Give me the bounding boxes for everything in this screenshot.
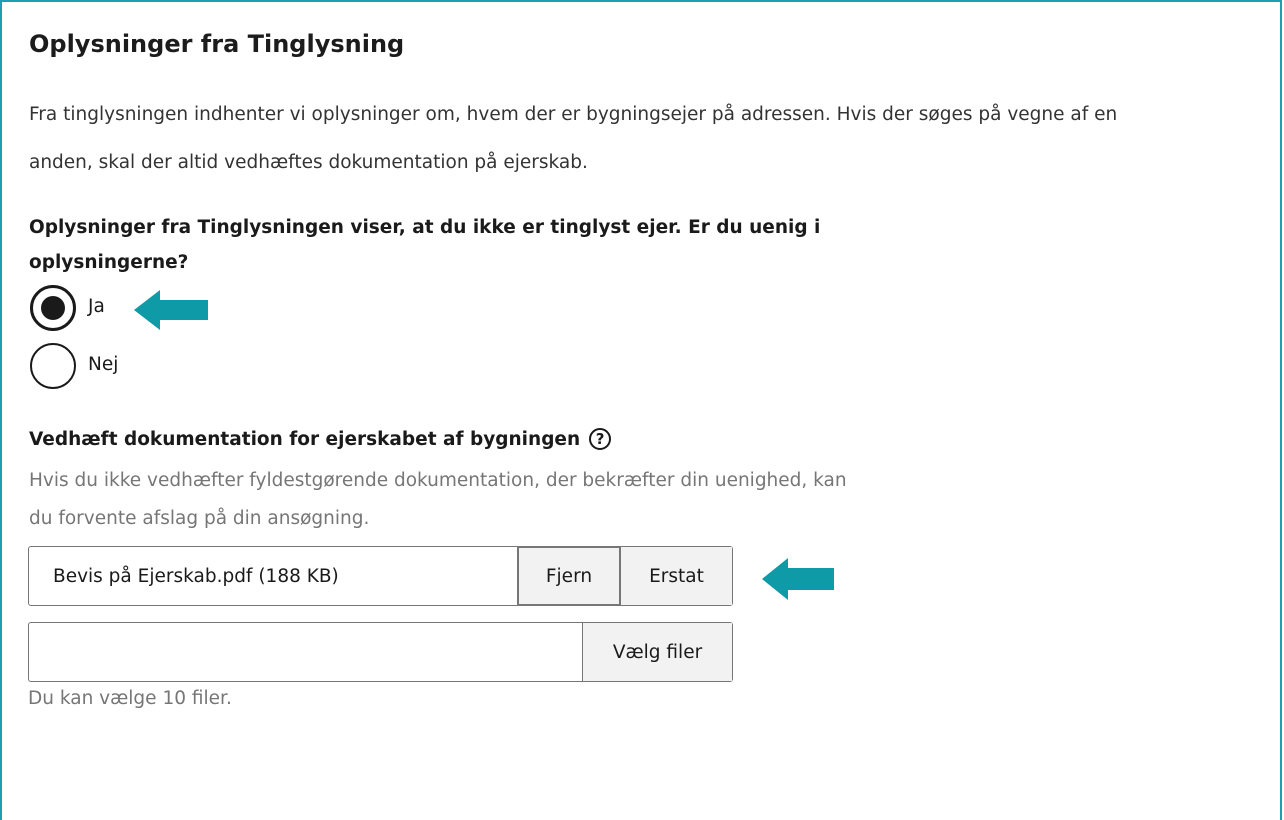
radio-option-nej[interactable]: Nej (30, 343, 118, 389)
attachment-desc-line-1: Hvis du ikke vedhæfter fyldestgørende do… (29, 470, 847, 491)
arrow-left-icon (762, 558, 834, 600)
uploaded-file-row: Bevis på Ejerskab.pdf (188 KB) Fjern Ers… (28, 546, 733, 606)
attachment-label: Vedhæft dokumentation for ejerskabet af … (29, 428, 612, 450)
attachment-description: Hvis du ikke vedhæfter fyldestgørende do… (29, 462, 989, 538)
section-title: Oplysninger fra Tinglysning (29, 30, 405, 58)
file-chooser[interactable]: Vælg filer (28, 622, 733, 682)
radio-button-nej[interactable] (30, 343, 76, 389)
remove-file-button[interactable]: Fjern (517, 546, 621, 606)
question-line-1: Oplysninger fra Tinglysningen viser, at … (29, 217, 821, 238)
arrow-left-icon (134, 290, 208, 330)
replace-file-button[interactable]: Erstat (621, 547, 732, 605)
question-line-2: oplysningerne? (29, 252, 189, 273)
file-limit-hint: Du kan vælge 10 filer. (28, 688, 232, 709)
ownership-question: Oplysninger fra Tinglysningen viser, at … (29, 210, 929, 280)
intro-line-1: Fra tinglysningen indhenter vi oplysning… (29, 104, 1118, 125)
radio-label-ja: Ja (88, 295, 105, 317)
attachment-label-text: Vedhæft dokumentation for ejerskabet af … (29, 428, 581, 450)
uploaded-file-name: Bevis på Ejerskab.pdf (188 KB) (53, 565, 339, 587)
radio-selected-dot (41, 296, 65, 320)
choose-files-button[interactable]: Vælg filer (582, 623, 732, 681)
radio-button-ja[interactable] (30, 285, 76, 331)
question-circle-icon[interactable]: ? (589, 428, 612, 450)
file-chooser-field[interactable] (29, 623, 582, 681)
radio-option-ja[interactable]: Ja (30, 285, 105, 331)
intro-line-2: anden, skal der altid vedhæftes dokument… (29, 152, 588, 173)
attachment-desc-line-2: du forvente afslag på din ansøgning. (29, 508, 370, 529)
radio-label-nej: Nej (88, 353, 119, 375)
